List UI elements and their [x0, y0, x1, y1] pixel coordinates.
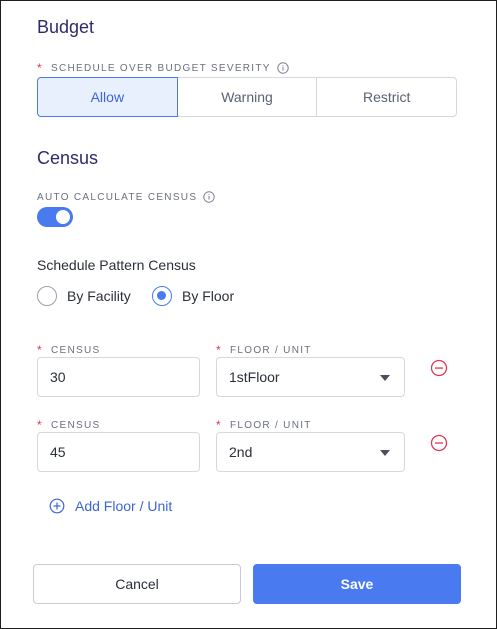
remove-row-icon[interactable] [430, 359, 448, 377]
census-field-label: * CENSUS [37, 418, 100, 432]
floor-unit-select[interactable]: 2nd [216, 432, 405, 472]
floor-field-label: * FLOOR / UNIT [216, 343, 312, 357]
census-field-label: * CENSUS [37, 343, 100, 357]
severity-option-restrict[interactable]: Restrict [316, 77, 458, 117]
radio-by-facility-label: By Facility [67, 288, 131, 304]
radio-by-floor[interactable]: By Floor [152, 286, 234, 306]
required-marker: * [37, 418, 43, 432]
floor-unit-value: 1stFloor [229, 369, 280, 385]
census-label-text: CENSUS [50, 419, 101, 431]
auto-census-label: AUTO CALCULATE CENSUS [37, 191, 215, 203]
census-section-title: Census [37, 148, 99, 168]
save-button[interactable]: Save [253, 564, 461, 604]
required-marker: * [216, 418, 222, 432]
required-marker: * [37, 61, 43, 75]
floor-unit-select[interactable]: 1stFloor [216, 357, 405, 397]
required-marker: * [37, 343, 43, 357]
severity-segmented-control: Allow Warning Restrict [37, 77, 458, 117]
severity-field-label: * SCHEDULE OVER BUDGET SEVERITY [37, 61, 289, 75]
census-input[interactable]: 30 [37, 357, 200, 397]
caret-down-icon [380, 375, 390, 381]
auto-census-toggle[interactable] [37, 207, 73, 227]
severity-option-allow[interactable]: Allow [37, 77, 178, 117]
census-label-text: CENSUS [50, 344, 101, 356]
severity-label-text: SCHEDULE OVER BUDGET SEVERITY [50, 62, 271, 74]
add-floor-unit-label: Add Floor / Unit [75, 498, 173, 514]
floor-label-text: FLOOR / UNIT [229, 344, 312, 356]
census-input[interactable]: 45 [37, 432, 200, 472]
schedule-pattern-census-label: Schedule Pattern Census [37, 257, 196, 273]
cancel-button[interactable]: Cancel [33, 564, 241, 604]
remove-row-icon[interactable] [430, 434, 448, 452]
floor-unit-value: 2nd [229, 444, 253, 460]
floor-label-text: FLOOR / UNIT [229, 419, 312, 431]
info-icon[interactable] [277, 62, 289, 74]
budget-section-title: Budget [37, 17, 95, 37]
floor-field-label: * FLOOR / UNIT [216, 418, 312, 432]
radio-circle-selected[interactable] [152, 286, 172, 306]
radio-by-floor-label: By Floor [182, 288, 235, 304]
plus-circle-icon [49, 498, 65, 514]
radio-circle[interactable] [37, 286, 57, 306]
toggle-knob [56, 210, 70, 224]
budget-census-panel: Budget * SCHEDULE OVER BUDGET SEVERITY A… [0, 0, 497, 629]
auto-census-label-text: AUTO CALCULATE CENSUS [37, 191, 198, 203]
info-icon[interactable] [203, 191, 215, 203]
radio-by-facility[interactable]: By Facility [37, 286, 131, 306]
required-marker: * [216, 343, 222, 357]
caret-down-icon [380, 450, 390, 456]
severity-option-warning[interactable]: Warning [176, 77, 318, 117]
add-floor-unit-button[interactable]: Add Floor / Unit [49, 498, 172, 514]
